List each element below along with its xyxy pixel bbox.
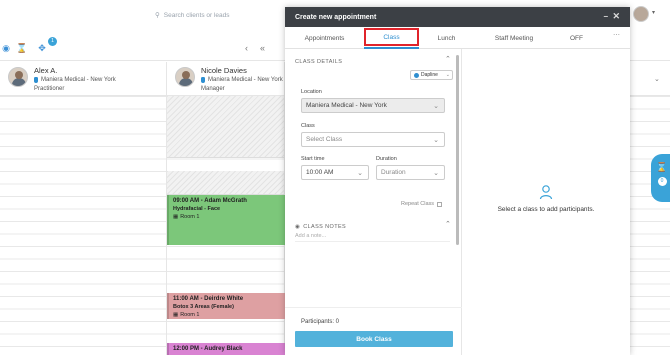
move-icon[interactable]: ✥ [36,42,48,54]
staff-location: Maniera Medical - New York [34,77,116,83]
timezone-select[interactable]: Dapline ⌄ [410,70,453,80]
close-icon[interactable]: ✕ [612,11,620,22]
appointment-time: 12:00 PM - Audrey Black [173,346,243,352]
start-time-label: Start time [301,156,325,162]
waitlist-tab[interactable]: ⌛ 0 [651,154,670,202]
tab-appointments[interactable]: Appointments [285,27,364,49]
duration-label: Duration [376,156,397,162]
modal-title: Create new appointment [295,13,377,21]
location-pin-icon [34,77,38,83]
appointment-card[interactable]: 09:00 AM - Adam McGrath Hydrafacial - Fa… [167,195,285,245]
location-select[interactable]: Maniera Medical - New York ⌄ [301,98,445,113]
user-avatar[interactable] [633,6,649,22]
class-notes-header: ◉ CLASS NOTES [295,224,347,230]
appointment-room: ▦ Room 1 [173,214,200,220]
book-class-button[interactable]: Book Class [295,331,453,347]
hourglass-icon: ⌛ [656,162,668,172]
tab-lunch[interactable]: Lunch [419,27,474,49]
staff-header [630,62,670,96]
chevron-down-icon: ⌄ [433,103,439,110]
staff-avatar [8,67,28,87]
class-label: Class [301,123,315,129]
repeat-checkbox[interactable] [437,201,443,207]
repeat-class-toggle[interactable]: Repeat Class [401,201,443,207]
schedule-grid[interactable] [0,96,167,355]
person-icon [539,185,553,200]
create-appointment-modal: Create new appointment − ✕ Appointments … [285,7,630,355]
class-details-title: CLASS DETAILS [295,59,343,65]
chevron-down-icon[interactable]: ▾ [652,9,655,16]
appointment-time: 09:00 AM - Adam McGrath [173,198,247,204]
tab-off[interactable]: OFF [554,27,599,49]
location-label: Location [301,89,322,95]
chevron-down-icon: ⌄ [433,170,439,177]
search-icon: ⚲ [155,12,160,19]
minimize-icon[interactable]: − [603,12,608,21]
start-time-select[interactable]: 10:00 AM ⌄ [301,165,369,180]
globe-icon [414,72,419,78]
appointment-service: Hydrafacial - Face [173,206,221,212]
empty-participants-message: Select a class to add participants. [497,206,595,213]
participants-panel: Select a class to add participants. [462,49,630,355]
more-icon[interactable]: ⋯ [613,31,620,39]
chevron-down-icon: ⌄ [433,137,439,144]
eye-icon[interactable]: ◉ [0,42,12,54]
participants-count: Participants: 0 [301,319,340,325]
chevron-left-icon[interactable]: ‹ [245,43,248,53]
room-icon: ▦ [173,312,179,318]
modal-header: Create new appointment − ✕ [285,7,630,27]
staff-role: Manager [201,86,225,92]
unavailable-block [167,96,284,158]
staff-header: Nicole Davies Maniera Medical - New York… [167,62,285,96]
search-bar[interactable]: ⚲ Search clients or leads [155,8,285,22]
class-form: CLASS DETAILS ⌃ Dapline ⌄ Location Manie… [285,49,462,355]
appointment-time: 11:00 AM - Deirdre White [173,296,244,302]
schedule-grid[interactable] [630,96,670,355]
chevron-down-icon: ⌄ [445,72,450,78]
waitlist-count: 0 [657,177,667,186]
notes-input[interactable]: Add a note... [295,233,450,242]
staff-name: Nicole Davies [201,66,247,75]
appointment-service: Botox 3 Areas (Female) [173,304,234,310]
staff-name: Alex A. [34,66,58,75]
unavailable-block [167,171,284,195]
appointment-card[interactable]: 12:00 PM - Audrey Black [167,343,285,355]
chevron-up-icon[interactable]: ⌃ [445,55,451,63]
room-icon: ▦ [173,214,179,220]
tab-staff-meeting[interactable]: Staff Meeting [474,27,554,49]
notes-icon: ◉ [295,224,301,230]
double-chevron-left-icon[interactable]: « [260,43,265,53]
staff-header: Alex A. Maniera Medical - New York Pract… [0,62,167,96]
staff-location: Maniera Medical - New York [201,77,283,83]
chevron-up-icon[interactable]: ⌃ [445,220,451,228]
appointment-room: ▦ Room 1 [173,312,200,318]
appointment-type-tabs: Appointments Class Lunch Staff Meeting O… [285,27,630,49]
search-placeholder: Search clients or leads [163,11,230,19]
highlight-box [364,28,419,46]
staff-avatar [175,67,195,87]
hourglass-icon[interactable]: ⌛ [16,42,28,54]
location-pin-icon [201,77,205,83]
scrollbar[interactable] [456,55,459,245]
staff-role: Practitioner [34,86,65,92]
chevron-down-icon: ⌄ [357,170,363,177]
appointment-card[interactable]: 11:00 AM - Deirdre White Botox 3 Areas (… [167,293,285,319]
notification-badge: 1 [48,37,57,46]
class-select[interactable]: Select Class ⌄ [301,132,445,147]
duration-select[interactable]: Duration ⌄ [376,165,445,180]
